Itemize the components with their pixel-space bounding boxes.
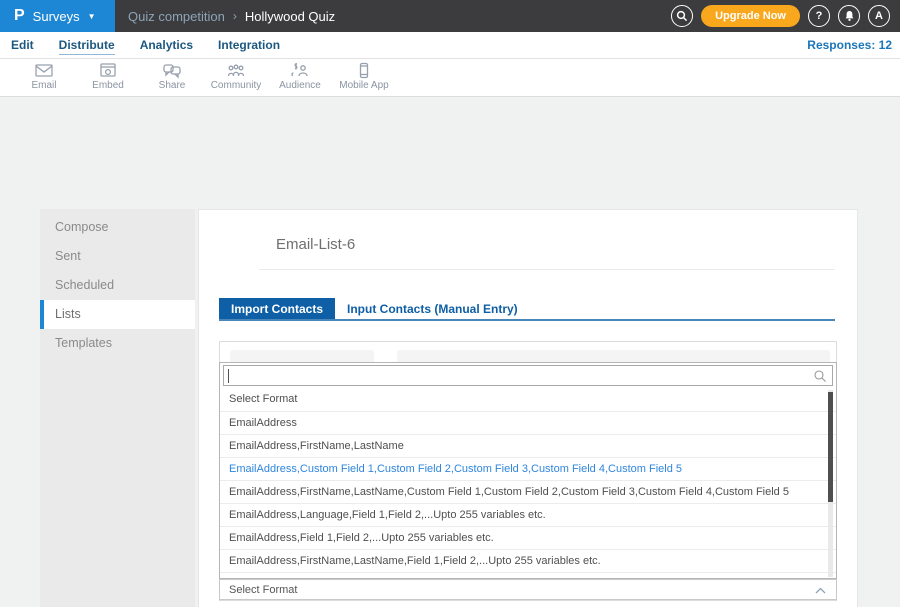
sidebar-item-lists[interactable]: Lists [40,300,195,329]
breadcrumb-parent[interactable]: Quiz competition [128,9,225,24]
format-option-highlighted[interactable]: EmailAddress,Custom Field 1,Custom Field… [220,457,836,480]
account-avatar[interactable]: A [868,5,890,27]
format-option[interactable]: EmailAddress [220,411,836,434]
bell-icon [844,10,855,22]
upgrade-now-button[interactable]: Upgrade Now [701,5,800,27]
toolbar-label: Embed [92,80,124,91]
select-format-control[interactable]: Select Format [219,579,837,600]
toolbar-items: Email Embed Share Community Audience Mob… [0,59,900,91]
format-option-list: Select Format EmailAddress EmailAddress,… [220,388,836,579]
format-option[interactable]: EmailAddress,FirstName,LastName [220,434,836,457]
select-format-value: Select Format [229,584,297,596]
survey-nav: Edit Distribute Analytics Integration Re… [0,32,900,59]
breadcrumb: Quiz competition › Hollywood Quiz [128,9,335,24]
notifications-button[interactable] [838,5,860,27]
topbar-actions: Upgrade Now ? A [671,0,890,32]
audience-icon [290,62,310,79]
question-mark-icon: ? [816,10,823,22]
format-option[interactable]: EmailAddress,Field 1,Field 2,...Upto 255… [220,526,836,549]
page-title: Email-List-6 [276,236,355,253]
format-option[interactable]: Select Format [220,388,836,411]
toolbar-label: Community [211,80,262,91]
toolbar-item-share[interactable]: Share [140,59,204,91]
toolbar-item-email[interactable]: Email [12,59,76,91]
tab-input-contacts[interactable]: Input Contacts (Manual Entry) [335,298,530,320]
format-option[interactable]: EmailAddress,FirstName,LastName,Custom F… [220,480,836,503]
breadcrumb-current: Hollywood Quiz [245,9,335,24]
questionpro-logo-icon: P [14,7,25,25]
sidebar-item-sent[interactable]: Sent [40,242,195,271]
app-window: P Surveys ▼ Quiz competition › Hollywood… [0,0,900,510]
toolbar-item-mobile-app[interactable]: Mobile App [332,59,396,91]
nav-item-distribute[interactable]: Distribute [59,36,115,55]
tab-underline [219,319,835,321]
email-icon [34,62,54,79]
dropdown-search-input[interactable] [230,368,790,384]
community-icon [226,62,246,79]
search-icon [813,369,827,383]
nav-item-analytics[interactable]: Analytics [140,36,193,54]
format-dropdown-open: Select Format EmailAddress EmailAddress,… [219,362,837,579]
format-option[interactable]: EmailAddress,Language,Field 1,Field 2,..… [220,503,836,526]
sidebar-item-scheduled[interactable]: Scheduled [40,271,195,300]
hidden-panel-header [397,350,830,362]
hidden-panel-header [230,350,374,362]
distribute-toolbar: Email Embed Share Community Audience Mob… [0,59,900,97]
avatar-initial: A [875,10,883,22]
search-icon [676,10,688,22]
dropdown-scrollbar-thumb[interactable] [828,392,833,502]
content-card: Email-List-6 Import Contacts Input Conta… [198,209,858,607]
workspace: Compose Sent Scheduled Lists Templates E… [0,97,900,510]
help-button[interactable]: ? [808,5,830,27]
nav-item-integration[interactable]: Integration [218,36,280,54]
format-option[interactable]: EmailAddress,FirstName,LastName,Password… [220,572,836,579]
sidebar-item-templates[interactable]: Templates [40,329,195,358]
contact-tabs: Import Contacts Input Contacts (Manual E… [219,298,530,320]
search-button[interactable] [671,5,693,27]
toolbar-label: Share [159,80,186,91]
top-bar: P Surveys ▼ Quiz competition › Hollywood… [0,0,900,32]
nav-item-edit[interactable]: Edit [11,36,34,54]
text-cursor [228,369,229,383]
chevron-down-icon: ▼ [88,12,96,21]
format-option[interactable]: EmailAddress,FirstName,LastName,Field 1,… [220,549,836,572]
toolbar-label: Email [31,80,56,91]
surveys-menu[interactable]: P Surveys ▼ [0,0,115,32]
toolbar-label: Audience [279,80,321,91]
breadcrumb-separator-icon: › [233,9,237,23]
toolbar-item-embed[interactable]: Embed [76,59,140,91]
embed-icon [98,62,118,79]
sidebar-item-compose[interactable]: Compose [40,213,195,242]
toolbar-item-community[interactable]: Community [204,59,268,91]
share-icon [162,62,182,79]
toolbar-item-audience[interactable]: Audience [268,59,332,91]
title-divider [259,269,835,270]
chevron-up-icon [815,587,826,594]
product-label: Surveys [33,9,80,24]
dropdown-search-box [223,365,833,386]
mobile-app-icon [354,62,374,79]
tab-import-contacts[interactable]: Import Contacts [219,298,335,320]
email-sidebar: Compose Sent Scheduled Lists Templates [40,209,195,607]
responses-count[interactable]: Responses: 12 [807,38,892,52]
toolbar-label: Mobile App [339,80,388,91]
